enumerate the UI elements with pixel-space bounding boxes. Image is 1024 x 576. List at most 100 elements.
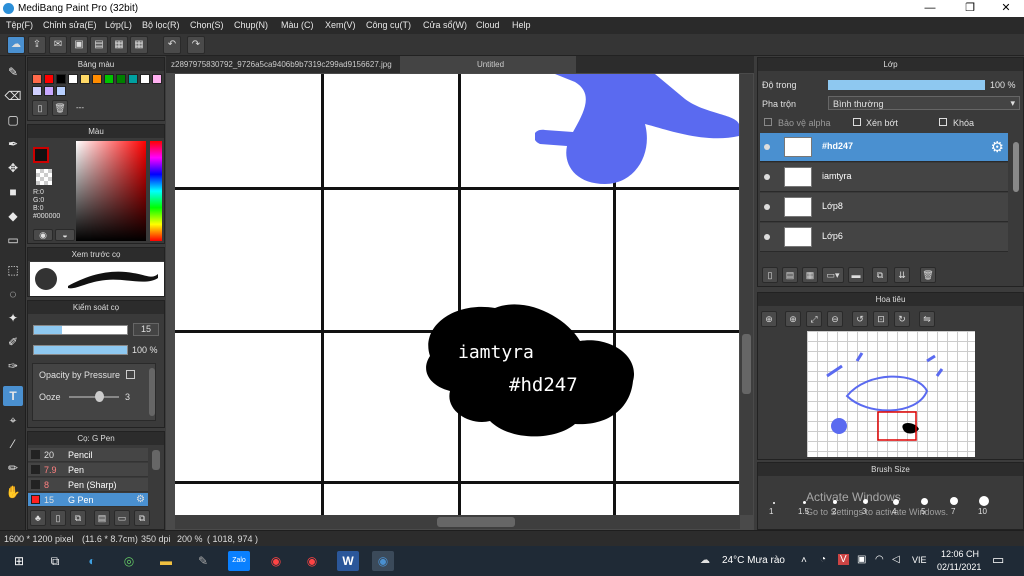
navigator-thumbnail[interactable] xyxy=(807,331,975,457)
eye-icon[interactable] xyxy=(764,174,770,180)
magic-wand-tool-icon[interactable]: ✦ xyxy=(3,308,23,328)
lasso-tool-icon[interactable]: ◌ xyxy=(3,284,23,304)
select-tool-icon[interactable]: ⬚ xyxy=(3,260,23,280)
tab-untitled[interactable]: Untitled xyxy=(400,56,576,73)
undo-icon[interactable]: ↶ xyxy=(163,36,181,54)
blend-mode-select[interactable]: Bình thường ▾ xyxy=(828,96,1020,110)
brush-new-icon[interactable]: ▯ xyxy=(50,510,66,526)
clock-date[interactable]: 02/11/2021 xyxy=(937,562,981,572)
clock-time[interactable]: 12:06 CH xyxy=(941,549,979,559)
pen-tool-icon[interactable]: ✒ xyxy=(3,134,23,154)
new-layer-2-icon[interactable]: ▤ xyxy=(782,267,798,283)
palette-color-swatch[interactable] xyxy=(44,86,54,96)
fill-tool-icon[interactable]: ◆ xyxy=(3,206,23,226)
fit-icon[interactable]: ⤢ xyxy=(806,311,822,327)
menu-tools[interactable]: Công cụ(T) xyxy=(366,20,411,30)
layer-row-iamtyra[interactable]: iamtyra xyxy=(760,163,1008,192)
cloud-icon[interactable]: ☁ xyxy=(7,36,25,54)
panel-icon[interactable]: ▦ xyxy=(110,36,128,54)
delete-layer-icon[interactable]: 🗑 xyxy=(920,267,936,283)
tray-icon[interactable]: ◔ xyxy=(820,554,826,565)
new-layer-icon[interactable]: ▯ xyxy=(762,267,778,283)
menu-capture[interactable]: Chụp(N) xyxy=(234,20,268,30)
brush-size-dot[interactable] xyxy=(773,502,775,504)
brush-add-icon[interactable]: ♣ xyxy=(30,510,46,526)
gradient-tool-icon[interactable]: ▭ xyxy=(3,230,23,250)
hand-tool-icon[interactable]: ✋ xyxy=(3,482,23,502)
menu-file[interactable]: Tệp(F) xyxy=(6,20,33,30)
brush-size-dot[interactable] xyxy=(921,498,928,505)
maximize-button[interactable]: ❐ xyxy=(952,0,988,17)
duplicate-layer-icon[interactable]: ⧉ xyxy=(872,267,888,283)
chrome-icon[interactable]: ◉ xyxy=(265,551,287,571)
select-eraser-tool-icon[interactable]: ✑ xyxy=(3,356,23,376)
language-indicator[interactable]: VIE xyxy=(912,555,927,565)
edge-icon[interactable]: ◐ xyxy=(81,551,103,571)
new-layer-3-icon[interactable]: ▦ xyxy=(802,267,818,283)
menu-edit[interactable]: Chỉnh sửa(E) xyxy=(43,20,97,30)
select-pen-tool-icon[interactable]: ✐ xyxy=(3,332,23,352)
brush-tool-icon[interactable]: ✎ xyxy=(3,62,23,82)
menu-color[interactable]: Màu (C) xyxy=(281,20,314,30)
palette-color-swatch[interactable] xyxy=(32,74,42,84)
file-explorer-icon[interactable]: ▬ xyxy=(155,551,177,571)
new-palette-icon[interactable]: ▯ xyxy=(32,100,48,116)
eyedropper-tool-icon[interactable]: ✏ xyxy=(3,458,23,478)
zoom-out-icon[interactable]: ⊖ xyxy=(827,311,843,327)
palette-color-swatch[interactable] xyxy=(116,74,126,84)
layer-row-lop6[interactable]: Lớp6 xyxy=(760,223,1008,252)
brush-settings-icon[interactable]: ▤ xyxy=(94,510,110,526)
color-swap-icon[interactable]: ◒ xyxy=(55,229,75,241)
tab-file[interactable]: z2897975830792_9726a5ca9406b9b7319c299ad… xyxy=(166,56,396,73)
brush-item-pencil[interactable]: 20 Pencil xyxy=(28,448,148,462)
volume-icon[interactable]: ◁ xyxy=(892,554,900,565)
pencil-app-icon[interactable]: ✎ xyxy=(192,551,214,571)
palette-color-swatch[interactable] xyxy=(56,74,66,84)
menu-filter[interactable]: Bộ lọc(R) xyxy=(142,20,180,30)
brush-item-pen-sharp[interactable]: 8 Pen (Sharp) xyxy=(28,478,148,492)
dropper-tool-icon[interactable]: ⁄ xyxy=(3,434,23,454)
rect-select-tool-icon[interactable]: ▢ xyxy=(3,110,23,130)
palette-color-swatch[interactable] xyxy=(80,74,90,84)
opacity-pressure-checkbox[interactable] xyxy=(126,370,135,379)
canvas-vertical-scrollbar[interactable] xyxy=(740,74,753,515)
add-layer-dropdown-icon[interactable]: ▭▾ xyxy=(822,267,844,283)
delete-palette-icon[interactable]: 🗑 xyxy=(52,100,68,116)
brush-item-pen[interactable]: 7.9 Pen xyxy=(28,463,148,477)
brush-size-dot[interactable] xyxy=(979,496,989,506)
minimize-button[interactable]: — xyxy=(912,0,948,17)
rotate-right-icon[interactable]: ↻ xyxy=(894,311,910,327)
zalo-icon[interactable]: Zalo xyxy=(228,551,250,571)
layer-row-lop8[interactable]: Lớp8 xyxy=(760,193,1008,222)
brush-size-slider[interactable] xyxy=(33,325,128,335)
zoom-in-2-icon[interactable]: ⊕ xyxy=(785,311,801,327)
canvas-horizontal-scrollbar[interactable] xyxy=(175,515,740,529)
weather-icon[interactable]: ☁ xyxy=(700,555,710,566)
shape-tool-icon[interactable]: ■ xyxy=(3,182,23,202)
merge-layer-icon[interactable]: ⇊ xyxy=(894,267,910,283)
operation-tool-icon[interactable]: ⌖ xyxy=(3,410,23,430)
brush-options-scrollbar[interactable] xyxy=(149,368,155,416)
palette-color-swatch[interactable] xyxy=(56,86,66,96)
eye-icon[interactable] xyxy=(764,234,770,240)
folder-icon[interactable]: ▬ xyxy=(848,267,864,283)
lock-checkbox[interactable] xyxy=(939,118,947,126)
palette-color-swatch[interactable] xyxy=(68,74,78,84)
brush-folder-icon[interactable]: ▭ xyxy=(114,510,130,526)
layer-row-hd247[interactable]: #hd247 ⚙ xyxy=(760,133,1008,162)
drawing-canvas[interactable]: iamtyra #hd247 xyxy=(175,74,739,515)
saturation-value-picker[interactable] xyxy=(76,141,146,241)
hue-slider[interactable] xyxy=(150,141,162,241)
wifi-icon[interactable]: ◠ xyxy=(875,554,884,565)
comment-icon[interactable]: ✉ xyxy=(49,36,67,54)
gear-icon[interactable]: ⚙ xyxy=(991,138,1004,156)
document-icon[interactable]: ▤ xyxy=(90,36,108,54)
menu-cloud[interactable]: Cloud xyxy=(476,20,500,30)
notification-icon[interactable]: ▭ xyxy=(992,552,1004,568)
eye-icon[interactable] xyxy=(764,204,770,210)
palette-color-swatch[interactable] xyxy=(32,86,42,96)
ooze-slider[interactable] xyxy=(69,396,119,398)
eye-icon[interactable] xyxy=(764,144,770,150)
menu-layer[interactable]: Lớp(L) xyxy=(105,20,132,30)
menu-view[interactable]: Xem(V) xyxy=(325,20,356,30)
